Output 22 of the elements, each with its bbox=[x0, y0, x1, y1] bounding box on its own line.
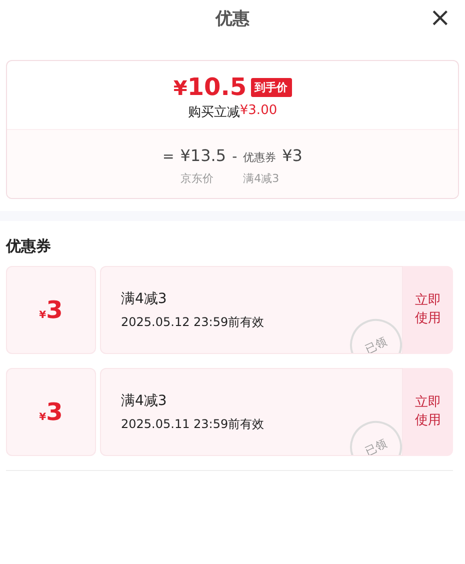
final-price: ¥10.5 bbox=[173, 73, 247, 101]
saving-label: 购买立减 bbox=[188, 104, 240, 121]
base-price-caption: 京东价 bbox=[180, 171, 214, 186]
price-badge: 到手价 bbox=[250, 78, 292, 96]
section-heading: 优惠券 bbox=[6, 237, 52, 256]
saving-value: ¥3.00 bbox=[240, 103, 278, 120]
minus-sign: - bbox=[232, 149, 238, 165]
coupon-validity: 2025.05.12 23:59前有效 bbox=[121, 314, 266, 330]
coupon-validity: 2025.05.11 23:59前有效 bbox=[121, 416, 266, 432]
coupon-caption: 满4减3 bbox=[243, 171, 280, 186]
use-now-button[interactable]: 立即使用 bbox=[403, 266, 453, 354]
close-button[interactable]: × bbox=[427, 6, 453, 30]
coupon-title: 满4减3 bbox=[121, 290, 168, 308]
dialog-title: 优惠 bbox=[216, 8, 250, 30]
use-now-button[interactable]: 立即使用 bbox=[403, 368, 453, 456]
coupon-value: ¥3 bbox=[282, 146, 302, 165]
coupon-amount: ¥3 bbox=[39, 398, 63, 426]
equals-sign: = bbox=[162, 149, 174, 165]
coupon-label: 优惠券 bbox=[243, 150, 276, 165]
coupon-amount: ¥3 bbox=[39, 296, 63, 324]
base-price: ¥13.5 bbox=[180, 146, 226, 165]
coupon-title: 满4减3 bbox=[121, 392, 168, 410]
